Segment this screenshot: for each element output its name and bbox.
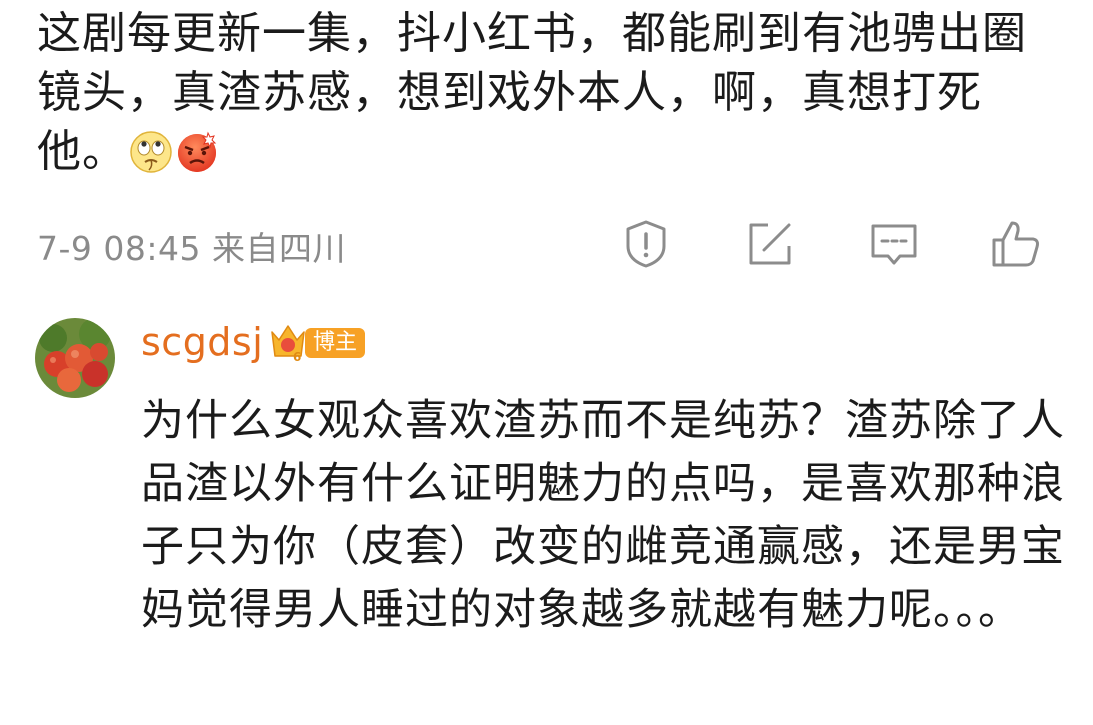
- reply-text: 为什么女观众喜欢渣苏而不是纯苏？渣苏除了人品渣以外有什么证明魅力的点吗，是喜欢那…: [141, 396, 1065, 635]
- vip-crown-icon: 6: [271, 325, 305, 364]
- like-button[interactable]: [990, 218, 1042, 270]
- comment-icon: [871, 224, 917, 265]
- avatar[interactable]: [35, 318, 115, 398]
- comment-button[interactable]: [868, 218, 920, 270]
- author-badge: 博主: [305, 328, 366, 358]
- angry-emoji-icon: [178, 131, 217, 172]
- report-button[interactable]: [620, 218, 672, 270]
- rolling-eyes-emoji-icon: [130, 131, 172, 173]
- avatar-image: [35, 318, 115, 398]
- report-icon: [626, 220, 666, 268]
- edit-button[interactable]: [744, 218, 796, 270]
- comment-actions: [0, 218, 1093, 274]
- vip-level: 6: [293, 350, 301, 364]
- like-icon: [992, 221, 1039, 267]
- username[interactable]: scgdsj: [141, 320, 263, 364]
- edit-icon: [749, 223, 791, 265]
- comment-text: 这剧每更新一集，抖小红书，都能刷到有池骋出圈镜头，真渣苏感，想到戏外本人，啊，真…: [37, 4, 1057, 181]
